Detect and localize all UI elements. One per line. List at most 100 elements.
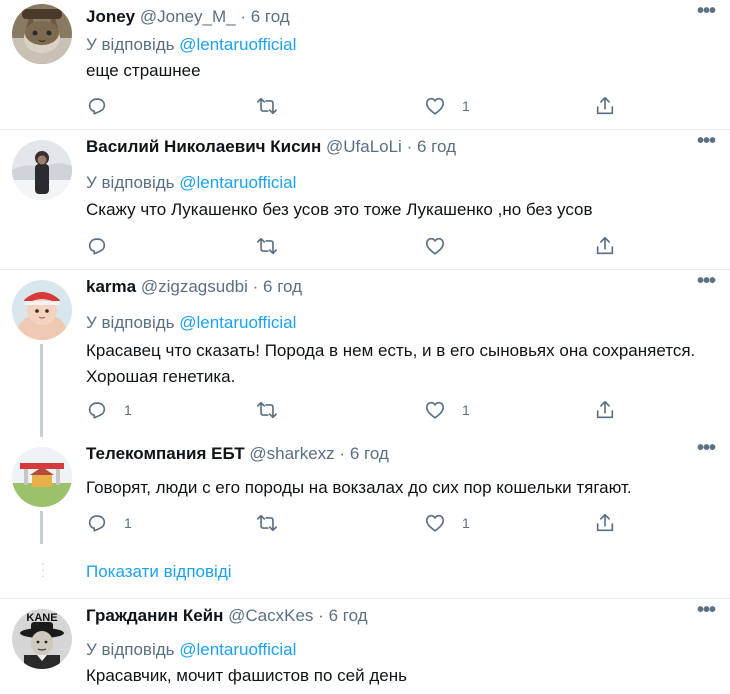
replying-to-link[interactable]: @lentaruofficial	[179, 173, 296, 192]
tweet-text: еще страшнее	[86, 61, 201, 80]
thread-line	[40, 511, 43, 544]
author-handle[interactable]: @Joney_M_	[140, 7, 236, 26]
replying-to-label: У відповідь	[86, 640, 175, 659]
more-options-icon[interactable]: •••	[694, 131, 718, 158]
replying-to-link[interactable]: @lentaruofficial	[179, 313, 296, 332]
avatar[interactable]	[12, 280, 72, 340]
like-button[interactable]	[424, 234, 462, 258]
reply-count: 1	[124, 402, 132, 418]
kane-portrait-avatar: KANE	[12, 609, 72, 669]
timestamp[interactable]: 6 год	[251, 7, 290, 26]
tweet[interactable]: Василий Николаевич Кисин @UfaLoLi · 6 го…	[0, 130, 730, 270]
tweet-text: Скажу что Лукашенко без усов это тоже Лу…	[86, 200, 593, 219]
reply-feed: Joney @Joney_M_ · 6 год ••• У відповідь …	[0, 0, 730, 694]
author-name[interactable]: karma	[86, 277, 136, 296]
separator-dot: ·	[406, 137, 413, 156]
like-button[interactable]: 1	[424, 398, 470, 422]
replying-to: У відповідь @lentaruofficial	[86, 312, 296, 334]
show-replies-row[interactable]: · · · Показати відповіді	[0, 544, 730, 599]
share-button[interactable]	[594, 511, 616, 535]
more-options-icon[interactable]: •••	[694, 438, 718, 465]
author-name[interactable]: Василий Николаевич Кисин	[86, 137, 321, 156]
replying-to-label: У відповідь	[86, 35, 175, 54]
more-options-icon[interactable]: •••	[694, 1, 718, 28]
avatar[interactable]	[12, 447, 72, 507]
tweet-text: Красавец что сказать! Порода в нем есть,…	[86, 341, 696, 386]
share-icon	[596, 400, 614, 419]
author-handle[interactable]: @zigzagsudbi	[141, 277, 248, 296]
heart-icon	[425, 237, 445, 255]
replying-to-link[interactable]: @lentaruofficial	[179, 35, 296, 54]
author-name[interactable]: Телекомпания ЕБТ	[86, 444, 245, 463]
tweet-header: Василий Николаевич Кисин @UfaLoLi · 6 го…	[86, 136, 456, 158]
separator-dot: ·	[318, 606, 324, 625]
tweet[interactable]: KANE Гражданин Кейн @CacxKes · 6 год •••…	[0, 599, 730, 694]
author-name[interactable]: Joney	[86, 7, 135, 26]
tweet-text: Говорят, люди с его породы на вокзалах д…	[86, 478, 632, 497]
replying-to-link[interactable]: @lentaruofficial	[179, 640, 296, 659]
replying-to: У відповідь @lentaruofficial	[86, 34, 296, 56]
retweet-icon	[257, 401, 277, 419]
reply-count: 1	[124, 515, 132, 531]
like-button[interactable]: 1	[424, 94, 470, 118]
like-count: 1	[462, 515, 470, 531]
avatar[interactable]	[12, 4, 72, 64]
timestamp[interactable]: 6 год	[329, 606, 368, 625]
more-options-icon[interactable]: •••	[694, 271, 718, 298]
retweet-icon	[257, 97, 277, 115]
heart-icon	[425, 97, 445, 115]
timestamp[interactable]: 6 год	[417, 137, 456, 156]
tweet[interactable]: karma @zigzagsudbi · 6 год ••• У відпові…	[0, 270, 730, 437]
avatar[interactable]: KANE	[12, 609, 72, 669]
cat-photo-avatar	[12, 4, 72, 64]
tweet-header: Joney @Joney_M_ · 6 год	[86, 6, 290, 28]
author-handle[interactable]: @sharkexz	[249, 444, 334, 463]
tweet-actions: 1 1	[86, 511, 626, 535]
tweet[interactable]: Joney @Joney_M_ · 6 год ••• У відповідь …	[0, 0, 730, 130]
like-count: 1	[462, 402, 470, 418]
tweet-actions: 1 1	[86, 398, 626, 422]
tweet-actions: 1	[86, 94, 626, 118]
tweet[interactable]: Телекомпания ЕБТ @sharkexz · 6 год ••• Г…	[0, 437, 730, 544]
reply-icon	[88, 238, 106, 255]
like-button[interactable]: 1	[424, 511, 470, 535]
like-count: 1	[462, 98, 470, 114]
separator-dot: ·	[240, 7, 246, 26]
tweet-header: karma @zigzagsudbi · 6 год	[86, 276, 302, 298]
tweet-header: Телекомпания ЕБТ @sharkexz · 6 год	[86, 443, 389, 465]
reply-button[interactable]	[86, 234, 124, 258]
avatar[interactable]	[12, 140, 72, 200]
thread-line	[40, 344, 43, 437]
reply-button[interactable]: 1	[86, 511, 132, 535]
tweet-header: Гражданин Кейн @CacxKes · 6 год	[86, 605, 368, 627]
person-in-snow-avatar	[12, 140, 72, 200]
retweet-button[interactable]	[256, 511, 294, 535]
share-icon	[596, 513, 614, 532]
timestamp[interactable]: 6 год	[350, 444, 389, 463]
author-handle[interactable]: @UfaLoLi	[326, 137, 402, 156]
retweet-button[interactable]	[256, 234, 294, 258]
replying-to-label: У відповідь	[86, 173, 175, 192]
retweet-icon	[257, 237, 277, 255]
reply-icon	[88, 98, 106, 115]
more-options-icon[interactable]: •••	[694, 600, 718, 627]
separator-dot: ·	[339, 444, 346, 463]
share-icon	[596, 96, 614, 115]
reply-button[interactable]: 1	[86, 398, 132, 422]
gas-station-avatar	[12, 447, 72, 507]
author-name[interactable]: Гражданин Кейн	[86, 606, 223, 625]
show-replies-link[interactable]: Показати відповіді	[86, 561, 232, 583]
retweet-button[interactable]	[256, 94, 294, 118]
replying-to-label: У відповідь	[86, 313, 175, 332]
heart-icon	[425, 401, 445, 419]
share-button[interactable]	[594, 398, 616, 422]
replying-to: У відповідь @lentaruofficial	[86, 172, 296, 194]
reply-button[interactable]	[86, 94, 124, 118]
retweet-icon	[257, 514, 277, 532]
reply-icon	[88, 402, 106, 419]
retweet-button[interactable]	[256, 398, 294, 422]
timestamp[interactable]: 6 год	[263, 277, 302, 296]
share-button[interactable]	[594, 94, 616, 118]
share-button[interactable]	[594, 234, 616, 258]
author-handle[interactable]: @CacxKes	[228, 606, 313, 625]
